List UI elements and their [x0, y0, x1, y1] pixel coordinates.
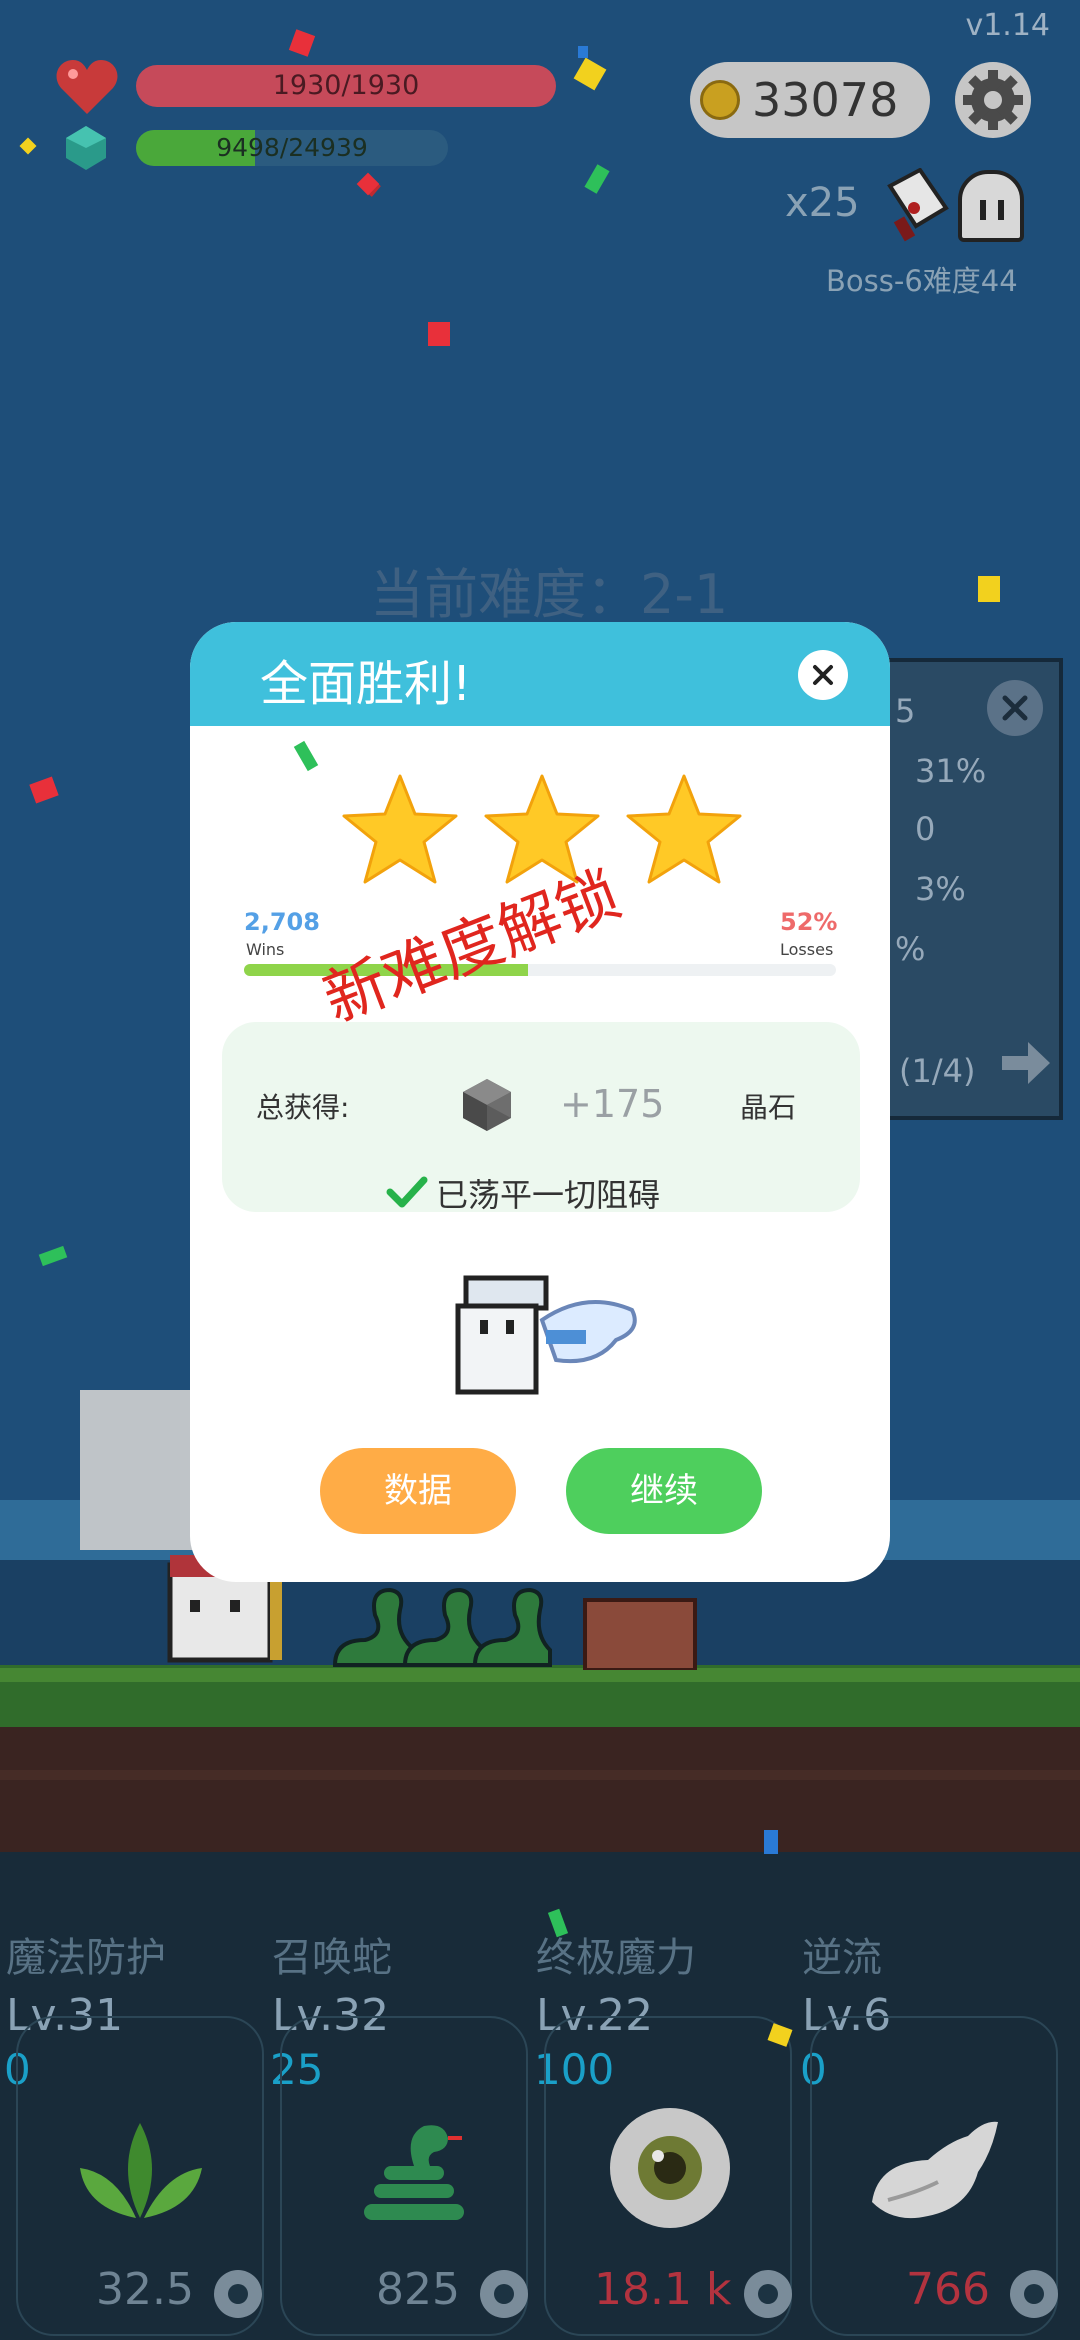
confetti: [978, 576, 1000, 602]
reward-name: 晶石: [740, 1091, 797, 1124]
skill-value: 32.5: [96, 2264, 194, 2315]
side-panel-page: (1/4): [899, 1052, 976, 1090]
boss-difficulty-label: Boss-6难度44: [826, 264, 1018, 298]
side-panel-row: 3%: [915, 870, 966, 908]
skill-value: 766: [906, 2264, 990, 2315]
xp-text: 9498/24939: [216, 133, 368, 162]
wins-label: Wins: [246, 940, 285, 959]
tree-stump-decoration: [583, 1598, 697, 1670]
confetti: [578, 46, 588, 58]
side-panel-row: 31%: [915, 752, 987, 790]
upgrade-gear-icon[interactable]: [474, 2264, 534, 2324]
skill-value: 825: [376, 2264, 460, 2315]
settings-button[interactable]: [955, 62, 1031, 138]
upgrade-gear-icon[interactable]: [1004, 2264, 1064, 2324]
wins-value: 2,708: [244, 908, 320, 936]
confetti: [764, 1830, 778, 1854]
boss-ghost-icon[interactable]: [958, 170, 1024, 242]
gear-icon: [963, 70, 1023, 130]
dialog-close-button[interactable]: [798, 650, 848, 700]
hp-text: 1930/1930: [272, 70, 420, 101]
star-icon: [626, 774, 742, 884]
version-label: v1.14: [965, 8, 1050, 43]
skill-name: 魔法防护: [6, 1935, 166, 1981]
upgrade-gear-icon[interactable]: [738, 2264, 798, 2324]
cloud-decoration: [80, 1390, 200, 1550]
dialog-title: 全面胜利!: [260, 656, 472, 712]
confetti: [428, 322, 450, 346]
stats-button[interactable]: 数据: [320, 1448, 516, 1534]
total-earned-label: 总获得:: [256, 1091, 350, 1124]
side-panel-row: %: [895, 930, 926, 968]
wing-icon: [872, 2121, 998, 2219]
side-panel-close-button[interactable]: [987, 680, 1043, 736]
side-panel-row: 0: [915, 810, 936, 848]
snake-enemies-sprite: [332, 1587, 552, 1667]
star-icon: [342, 774, 458, 884]
side-panel-row: 5: [895, 692, 916, 730]
arrow-right-icon[interactable]: [1000, 1040, 1052, 1086]
coin-amount: 33078: [752, 73, 899, 127]
cleaver-icon: [887, 168, 949, 242]
winged-character-sprite: [455, 1275, 637, 1395]
eye-icon: [610, 2108, 730, 2228]
cleared-message: 已荡平一切阻碍: [436, 1176, 661, 1214]
losses-value: 52%: [780, 908, 838, 936]
crystal-icon: [66, 126, 106, 170]
skill-name: 逆流: [802, 1935, 882, 1981]
close-icon: [813, 665, 833, 685]
losses-label: Losses: [780, 940, 834, 959]
leaf-icon: [80, 2123, 202, 2218]
skill-value: 18.1 k: [594, 2264, 732, 2315]
victory-dialog: 全面胜利! 2,708 Wins 52% Losses 总获得: +175 晶石…: [190, 622, 890, 1582]
heart-icon: [56, 60, 118, 114]
boss-multiplier: x25: [785, 180, 860, 226]
close-icon: [1002, 695, 1028, 721]
upgrade-gear-icon[interactable]: [208, 2264, 268, 2324]
skill-name: 召唤蛇: [272, 1935, 392, 1981]
continue-button[interactable]: 继续: [566, 1448, 762, 1534]
coin-icon: [700, 80, 740, 120]
current-difficulty-label: 当前难度：2-1: [370, 563, 729, 626]
snake-icon: [364, 2125, 464, 2220]
checkmark-icon: [386, 1176, 428, 1208]
reward-amount: +175: [560, 1082, 665, 1126]
gem-icon: [463, 1079, 511, 1131]
